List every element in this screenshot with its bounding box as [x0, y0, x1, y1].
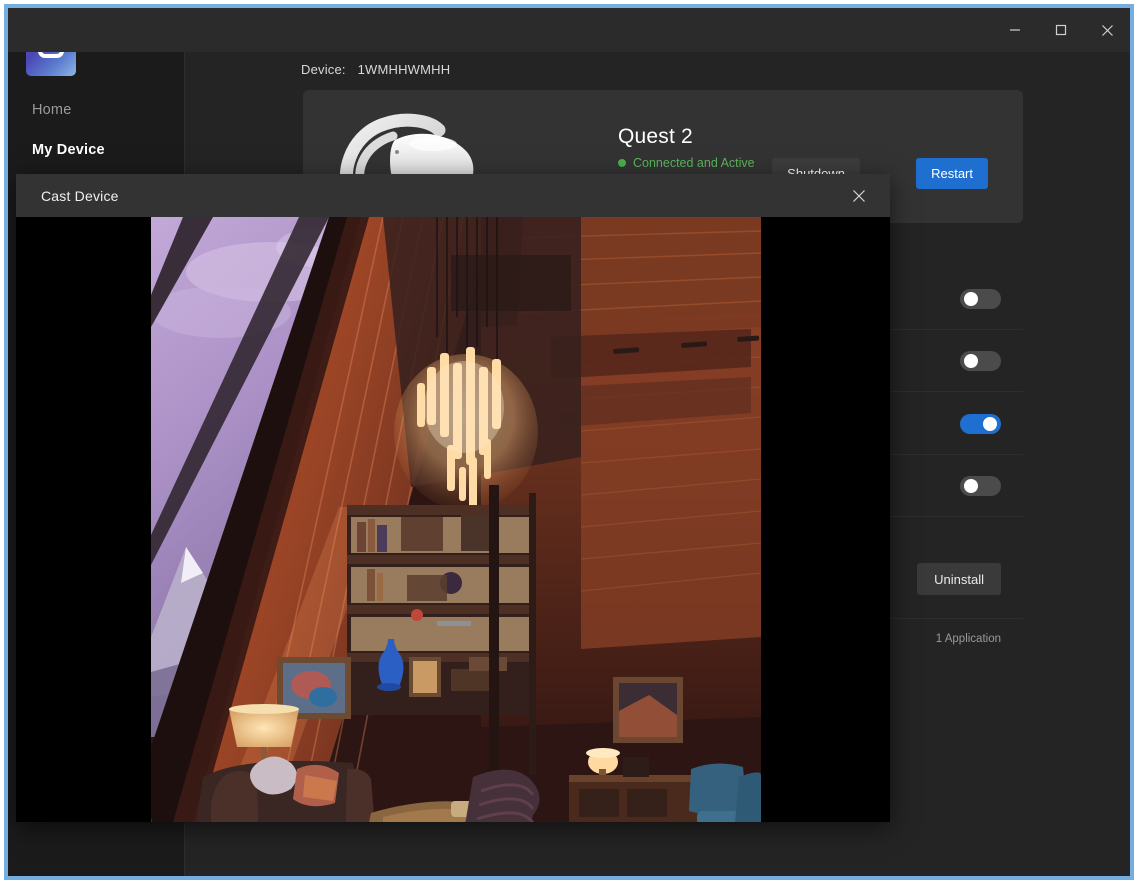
toggle-knob [983, 417, 997, 431]
cast-dialog-title: Cast Device [41, 188, 119, 204]
cast-dialog-header[interactable]: Cast Device [16, 174, 890, 217]
settings-toggle[interactable] [960, 351, 1001, 371]
maximize-button[interactable] [1038, 8, 1084, 52]
app-window: Home My Device Device: 1WMHHWMHH [4, 4, 1134, 880]
close-icon [852, 189, 866, 203]
restart-button[interactable]: Restart [916, 158, 988, 189]
sidebar-item-label: Home [32, 102, 71, 118]
maximize-icon [1055, 24, 1067, 36]
cast-video-frame[interactable] [151, 217, 761, 822]
close-icon [1101, 24, 1114, 37]
title-bar [8, 8, 1130, 52]
uninstall-button-label: Uninstall [934, 572, 984, 587]
sidebar-item-home[interactable]: Home [32, 102, 71, 118]
device-name: Quest 2 [618, 125, 693, 149]
device-serial-line: Device: 1WMHHWMHH [301, 62, 450, 77]
toggle-knob [964, 354, 978, 368]
settings-toggle[interactable] [960, 414, 1001, 434]
device-label-text: Device: [301, 62, 346, 77]
sidebar-item-label: My Device [32, 142, 105, 158]
device-status: Connected and Active [618, 156, 755, 170]
close-button[interactable] [1084, 8, 1130, 52]
window-controls [992, 8, 1130, 52]
cast-vr-scene-image [151, 217, 761, 822]
restart-button-label: Restart [931, 166, 973, 181]
settings-toggle[interactable] [960, 289, 1001, 309]
device-serial-value: 1WMHHWMHH [358, 62, 451, 77]
sidebar-item-my-device[interactable]: My Device [32, 142, 105, 158]
toggle-knob [964, 479, 978, 493]
settings-toggle[interactable] [960, 476, 1001, 496]
application-count: 1 Application [936, 633, 1001, 645]
minimize-icon [1009, 24, 1021, 36]
cast-video-stage [16, 217, 890, 822]
status-dot-icon [618, 159, 626, 167]
toggle-knob [964, 292, 978, 306]
cast-dialog-close-button[interactable] [838, 174, 880, 217]
minimize-button[interactable] [992, 8, 1038, 52]
device-status-text: Connected and Active [633, 156, 755, 170]
uninstall-button[interactable]: Uninstall [917, 563, 1001, 595]
cast-device-dialog: Cast Device [16, 174, 890, 822]
